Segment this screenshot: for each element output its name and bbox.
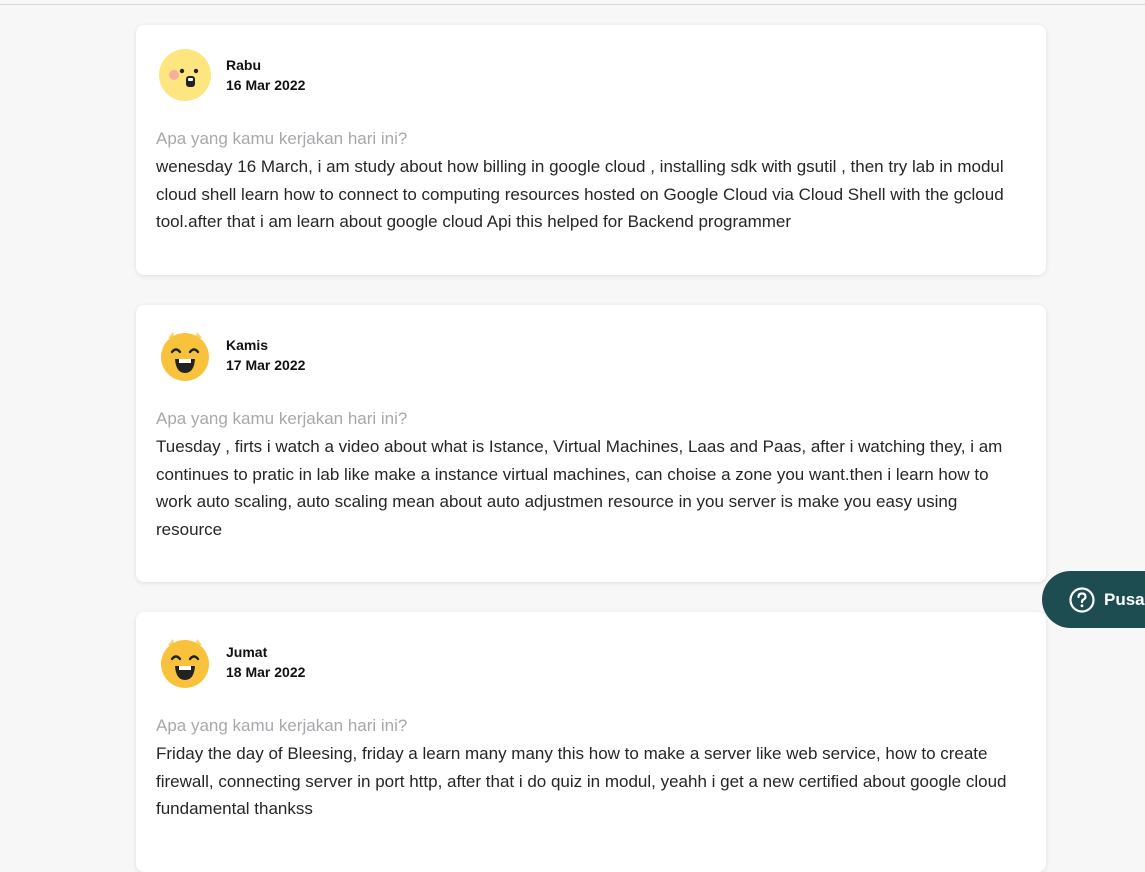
excited-face-icon <box>161 332 209 381</box>
entry-header: Jumat 18 Mar 2022 <box>156 635 1026 689</box>
surprised-face-icon <box>159 49 211 101</box>
entry-question: Apa yang kamu kerjakan hari ini? <box>156 409 408 428</box>
entry-meta: Kamis 17 Mar 2022 <box>226 335 305 375</box>
entry-header: Rabu 16 Mar 2022 <box>156 48 1026 102</box>
entry-day: Rabu <box>226 57 261 73</box>
entry-answer: wenesday 16 March, i am study about how … <box>156 157 1004 231</box>
excited-face-icon <box>161 639 209 688</box>
entry-meta: Rabu 16 Mar 2022 <box>226 55 305 95</box>
entry-answer: Tuesday , firts i watch a video about wh… <box>156 437 1003 539</box>
entry-header: Kamis 17 Mar 2022 <box>156 328 1026 382</box>
top-divider <box>0 0 1145 5</box>
entry-day: Jumat <box>226 644 268 660</box>
entry-answer: Friday the day of Bleesing, friday a lea… <box>156 744 1007 818</box>
entry-date: 18 Mar 2022 <box>226 664 306 680</box>
entry-day: Kamis <box>226 337 269 353</box>
journal-entry-card: Jumat 18 Mar 2022 Apa yang kamu kerjakan… <box>136 612 1046 872</box>
entry-date: 17 Mar 2022 <box>226 357 306 373</box>
entry-question: Apa yang kamu kerjakan hari ini? <box>156 129 408 148</box>
help-center-button[interactable]: Pusa <box>1042 571 1145 628</box>
question-circle-icon <box>1069 586 1095 613</box>
help-center-label: Pusa <box>1104 589 1145 609</box>
journal-feed: Rabu 16 Mar 2022 Apa yang kamu kerjakan … <box>136 25 1046 872</box>
entry-meta: Jumat 18 Mar 2022 <box>226 642 305 682</box>
entry-question: Apa yang kamu kerjakan hari ini? <box>156 716 408 735</box>
entry-date: 16 Mar 2022 <box>226 77 306 93</box>
journal-entry-card: Kamis 17 Mar 2022 Apa yang kamu kerjakan… <box>136 305 1046 582</box>
journal-entry-card: Rabu 16 Mar 2022 Apa yang kamu kerjakan … <box>136 25 1046 275</box>
